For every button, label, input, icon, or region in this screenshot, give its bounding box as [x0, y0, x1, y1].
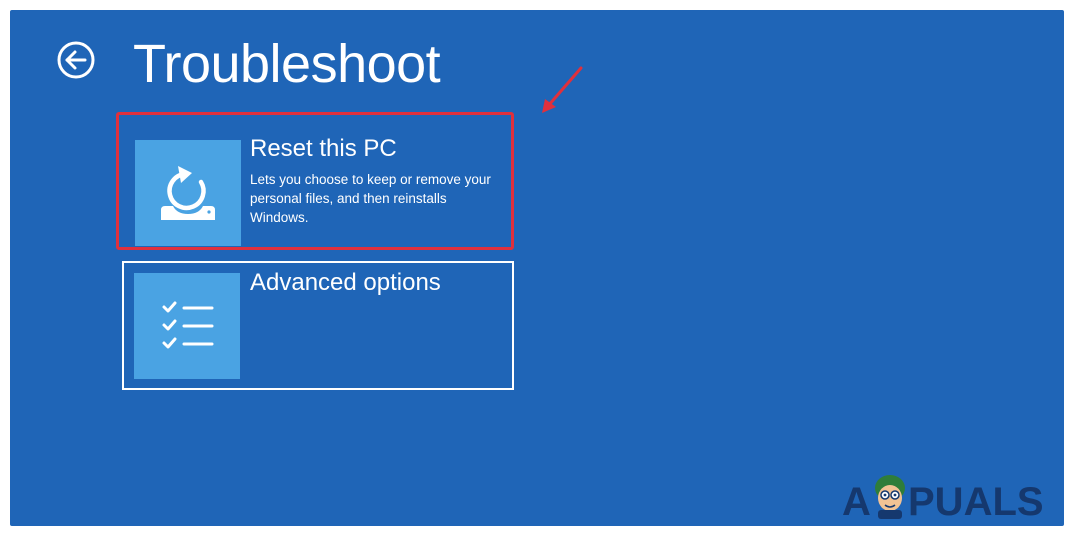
- advanced-options-icon-box: [134, 273, 240, 379]
- back-button[interactable]: [56, 40, 96, 80]
- reset-this-pc-description: Lets you choose to keep or remove your p…: [250, 172, 491, 225]
- advanced-options-option[interactable]: Advanced options: [122, 261, 514, 390]
- svg-text:A: A: [842, 480, 871, 524]
- page-title: Troubleshoot: [133, 34, 441, 94]
- reset-pc-icon: [161, 166, 215, 220]
- appuals-watermark: A PUALS: [842, 464, 1062, 524]
- reset-this-pc-option[interactable]: Reset this PC Lets you choose to keep or…: [117, 113, 513, 251]
- back-arrow-icon: [57, 41, 95, 79]
- recovery-screen: Troubleshoot Reset this PC Lets you choo…: [10, 10, 1064, 526]
- appuals-logo-icon: A PUALS: [842, 475, 1044, 524]
- reset-pc-icon-box: [135, 140, 241, 246]
- checklist-icon: [162, 301, 214, 349]
- advanced-options-heading: Advanced options: [250, 269, 441, 296]
- red-arrow-icon: [542, 66, 583, 113]
- reset-this-pc-heading: Reset this PC: [250, 135, 397, 162]
- svg-text:PUALS: PUALS: [908, 480, 1044, 524]
